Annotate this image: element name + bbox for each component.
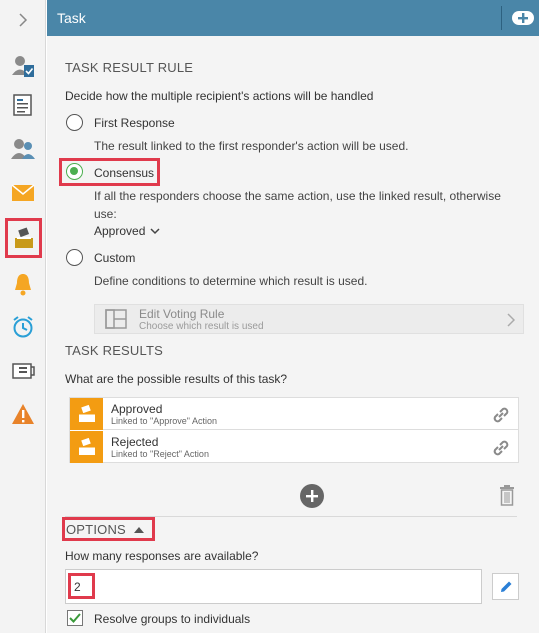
caret-up-icon — [133, 527, 144, 533]
layout-icon — [105, 309, 127, 329]
consensus-selected-value: Approved — [94, 224, 146, 238]
responses-input[interactable]: 2 — [65, 569, 482, 604]
task-results-list: Approved Linked to "Approve" Action Reje… — [69, 397, 519, 463]
first-response-label: First Response — [94, 116, 175, 130]
header-separator — [501, 6, 502, 30]
custom-radio[interactable] — [66, 249, 83, 266]
add-result-button[interactable] — [300, 484, 324, 508]
edit-responses-button[interactable] — [492, 573, 519, 600]
edit-voting-rule-sub: Choose which result is used — [139, 321, 264, 332]
envelope-icon[interactable] — [7, 177, 39, 209]
consensus-label: Consensus — [94, 166, 155, 180]
ballot-box-icon — [70, 398, 103, 430]
options-title: OPTIONS — [66, 522, 126, 537]
pencil-icon — [500, 581, 511, 592]
result-row-rejected[interactable]: Rejected Linked to "Reject" Action — [70, 431, 518, 463]
result-name: Approved — [111, 402, 163, 416]
header-bar: Task — [47, 0, 539, 36]
chevron-down-icon — [150, 227, 160, 234]
left-sidebar — [0, 0, 46, 633]
screen-icon[interactable] — [7, 355, 39, 387]
ballot-box-icon[interactable] — [5, 218, 42, 258]
resolve-groups-label: Resolve groups to individuals — [94, 612, 251, 626]
custom-label: Custom — [94, 251, 136, 265]
add-button[interactable] — [512, 11, 534, 25]
resolve-groups-checkbox[interactable] — [67, 610, 83, 626]
consensus-result-select[interactable]: Approved — [94, 224, 160, 238]
consensus-description: If all the responders choose the same ac… — [94, 189, 501, 203]
edit-voting-rule-button[interactable]: Edit Voting Rule Choose which result is … — [94, 304, 524, 334]
users-icon[interactable] — [7, 133, 39, 165]
result-row-approved[interactable]: Approved Linked to "Approve" Action — [70, 398, 518, 430]
consensus-description-cont: use: — [94, 207, 117, 221]
ballot-box-icon — [70, 431, 103, 463]
link-icon[interactable] — [490, 404, 512, 426]
result-rule-description: Decide how the multiple recipient's acti… — [65, 89, 374, 103]
result-name: Rejected — [111, 435, 159, 449]
link-icon[interactable] — [490, 437, 512, 459]
task-results-question: What are the possible results of this ta… — [65, 372, 288, 386]
task-result-rule-title: TASK RESULT RULE — [65, 60, 194, 75]
task-results-title: TASK RESULTS — [65, 343, 163, 358]
trash-icon — [500, 485, 514, 506]
first-response-radio[interactable] — [66, 114, 83, 131]
chevron-right-icon — [507, 313, 515, 327]
bell-icon[interactable] — [7, 268, 39, 300]
check-icon — [69, 613, 81, 623]
first-response-description: The result linked to the first responder… — [94, 139, 409, 153]
custom-description: Define conditions to determine which res… — [94, 274, 368, 288]
consensus-radio[interactable] — [66, 163, 83, 180]
user-check-icon[interactable] — [7, 50, 39, 82]
plus-icon — [518, 13, 528, 23]
chevron-right-icon[interactable] — [7, 4, 39, 36]
result-link-text: Linked to "Reject" Action — [111, 449, 209, 459]
page-title: Task — [57, 10, 86, 26]
form-icon[interactable] — [7, 89, 39, 121]
edit-voting-rule-label: Edit Voting Rule — [139, 307, 225, 321]
responses-highlight — [68, 573, 95, 599]
main-panel: TASK RESULT RULE Decide how the multiple… — [47, 36, 539, 633]
result-link-text: Linked to "Approve" Action — [111, 416, 217, 426]
alarm-clock-icon[interactable] — [7, 311, 39, 343]
options-toggle[interactable]: OPTIONS — [66, 522, 144, 537]
plus-icon — [306, 490, 318, 502]
delete-result-button[interactable] — [499, 484, 515, 509]
warning-icon[interactable] — [7, 398, 39, 430]
responses-question: How many responses are available? — [65, 549, 259, 563]
